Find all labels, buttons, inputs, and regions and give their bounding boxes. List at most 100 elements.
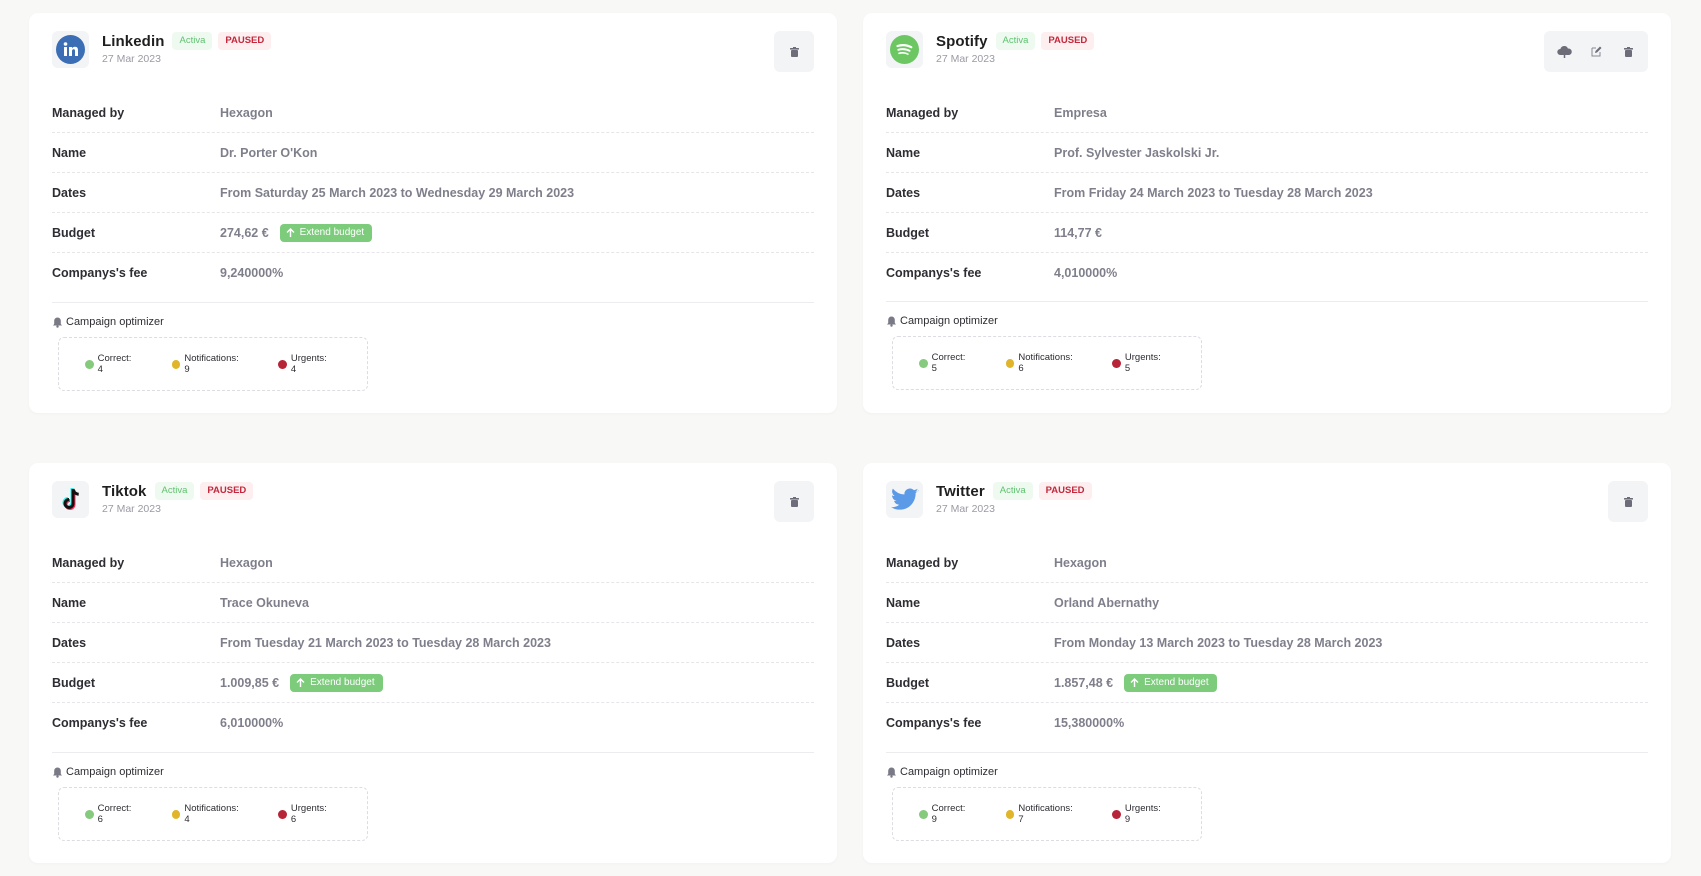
stat-label: Correct: 9 <box>931 803 966 825</box>
detail-row-dates: Dates From Monday 13 March 2023 to Tuesd… <box>886 623 1648 663</box>
edit-button[interactable] <box>1588 44 1604 60</box>
extend-budget-button[interactable]: Extend budget <box>290 673 383 692</box>
status-badge-active: Activa <box>992 482 1033 500</box>
trash-icon <box>789 496 799 507</box>
extend-budget-label: Extend budget <box>310 677 375 688</box>
stat-label: Urgents: 6 <box>290 803 327 825</box>
detail-label: Budget <box>52 675 96 690</box>
detail-row-budget: Budget 114,77 € <box>886 213 1648 253</box>
stat-urgents: Urgents: 5 <box>1112 352 1167 374</box>
campaign-card-linkedin: Linkedin Activa PAUSED 27 Mar 2023 Manag… <box>29 13 837 413</box>
stat-label: Notifications: 9 <box>184 353 239 375</box>
stat-correct: Correct: 6 <box>85 803 138 825</box>
optimizer-stats: Correct: 6 Notifications: 4 Urgents: 6 <box>58 787 368 841</box>
status-dot <box>1005 358 1015 368</box>
detail-label: Companys's fee <box>886 266 982 280</box>
detail-value: 9,240000% <box>220 266 284 280</box>
campaign-date: 27 Mar 2023 <box>936 503 995 515</box>
upload-button[interactable] <box>1556 44 1572 60</box>
detail-row-budget: Budget 274,62 € Extend budget <box>52 213 814 253</box>
stat-label: Urgents: 5 <box>1124 352 1161 374</box>
campaign-date: 27 Mar 2023 <box>102 503 161 515</box>
stat-urgents: Urgents: 9 <box>1112 803 1167 825</box>
optimizer-title: Campaign optimizer <box>52 316 164 328</box>
status-badge-active: Activa <box>154 482 195 500</box>
campaign-card-tiktok: Tiktok Activa PAUSED 27 Mar 2023 Managed… <box>29 463 837 863</box>
status-dot <box>919 809 928 819</box>
delete-button[interactable] <box>786 494 802 510</box>
detail-row-fee: Companys's fee 15,380000% <box>886 703 1648 743</box>
stat-notifications: Notifications: 7 <box>1005 803 1079 825</box>
card-header: Linkedin Activa PAUSED 27 Mar 2023 <box>52 31 814 86</box>
detail-value: Empresa <box>1054 105 1107 120</box>
extend-budget-button[interactable]: Extend budget <box>279 223 373 242</box>
delete-button[interactable] <box>1620 494 1636 510</box>
trash-icon <box>789 46 799 57</box>
detail-row-managed-by: Managed by Hexagon <box>52 543 814 583</box>
budget-value: 1.009,85 € <box>220 675 280 690</box>
extend-budget-button[interactable]: Extend budget <box>1124 673 1217 692</box>
detail-label: Name <box>52 595 87 610</box>
twitter-icon <box>886 481 923 518</box>
status-dot <box>278 809 287 819</box>
stat-label: Notifications: 4 <box>184 803 239 825</box>
campaign-details: Managed by Hexagon Name Orland Abernathy… <box>886 543 1648 743</box>
delete-button[interactable] <box>1620 44 1636 60</box>
card-actions <box>1544 31 1648 72</box>
budget-value: 114,77 € <box>1054 225 1102 240</box>
detail-row-dates: Dates From Tuesday 21 March 2023 to Tues… <box>52 623 814 663</box>
stat-label: Notifications: 6 <box>1018 352 1073 374</box>
detail-row-managed-by: Managed by Hexagon <box>886 543 1648 583</box>
detail-value: Hexagon <box>220 555 273 570</box>
detail-label: Name <box>886 145 921 160</box>
trash-icon <box>1623 496 1633 507</box>
campaign-title: Tiktok <box>102 482 147 500</box>
stat-urgents: Urgents: 6 <box>278 803 333 825</box>
detail-label: Dates <box>52 185 87 200</box>
card-actions <box>1608 481 1648 522</box>
detail-label: Budget <box>52 225 96 240</box>
divider <box>886 752 1648 753</box>
detail-row-managed-by: Managed by Hexagon <box>52 93 814 133</box>
status-badge-paused: PAUSED <box>218 32 272 50</box>
campaign-details: Managed by Empresa Name Prof. Sylvester … <box>886 93 1648 293</box>
divider <box>52 752 814 753</box>
status-dot <box>85 359 94 369</box>
status-badge-paused: PAUSED <box>200 482 254 500</box>
detail-row-name: Name Orland Abernathy <box>886 583 1648 623</box>
detail-row-fee: Companys's fee 6,010000% <box>52 703 814 743</box>
optimizer-title: Campaign optimizer <box>52 766 164 778</box>
status-dot <box>171 359 181 369</box>
detail-value: From Monday 13 March 2023 to Tuesday 28 … <box>1054 635 1383 650</box>
budget-value: 274,62 € <box>220 225 269 240</box>
card-header: Spotify Activa PAUSED 27 Mar 2023 <box>886 31 1648 86</box>
detail-value: Prof. Sylvester Jaskolski Jr. <box>1054 145 1220 160</box>
arrow-up-icon <box>296 677 305 687</box>
budget-value: 1.857,48 € <box>1054 675 1114 690</box>
stat-notifications: Notifications: 6 <box>1005 352 1079 374</box>
extend-budget-label: Extend budget <box>1144 677 1209 688</box>
detail-value: 15,380000% <box>1054 716 1125 730</box>
optimizer-stats: Correct: 9 Notifications: 7 Urgents: 9 <box>892 787 1202 841</box>
detail-row-budget: Budget 1.857,48 € Extend budget <box>886 663 1648 703</box>
delete-button[interactable] <box>786 44 802 60</box>
tiktok-icon <box>52 481 89 518</box>
status-dot <box>919 358 928 368</box>
status-badge-paused: PAUSED <box>1041 32 1095 50</box>
stat-urgents: Urgents: 4 <box>278 353 333 375</box>
card-actions <box>774 31 814 72</box>
detail-value: Dr. Porter O'Kon <box>220 145 318 160</box>
detail-value: Orland Abernathy <box>1054 595 1160 610</box>
trash-icon <box>1623 46 1633 57</box>
arrow-up-icon <box>286 227 295 237</box>
stat-label: Urgents: 4 <box>290 353 327 375</box>
detail-label: Name <box>52 145 87 160</box>
status-dot <box>1112 358 1121 368</box>
bell-icon <box>887 316 896 327</box>
bell-icon <box>53 767 62 778</box>
detail-value: From Saturday 25 March 2023 to Wednesday… <box>220 185 575 200</box>
status-dot <box>171 809 181 819</box>
cloud-upload-icon <box>1556 45 1572 58</box>
detail-row-fee: Companys's fee 4,010000% <box>886 253 1648 293</box>
detail-row-managed-by: Managed by Empresa <box>886 93 1648 133</box>
